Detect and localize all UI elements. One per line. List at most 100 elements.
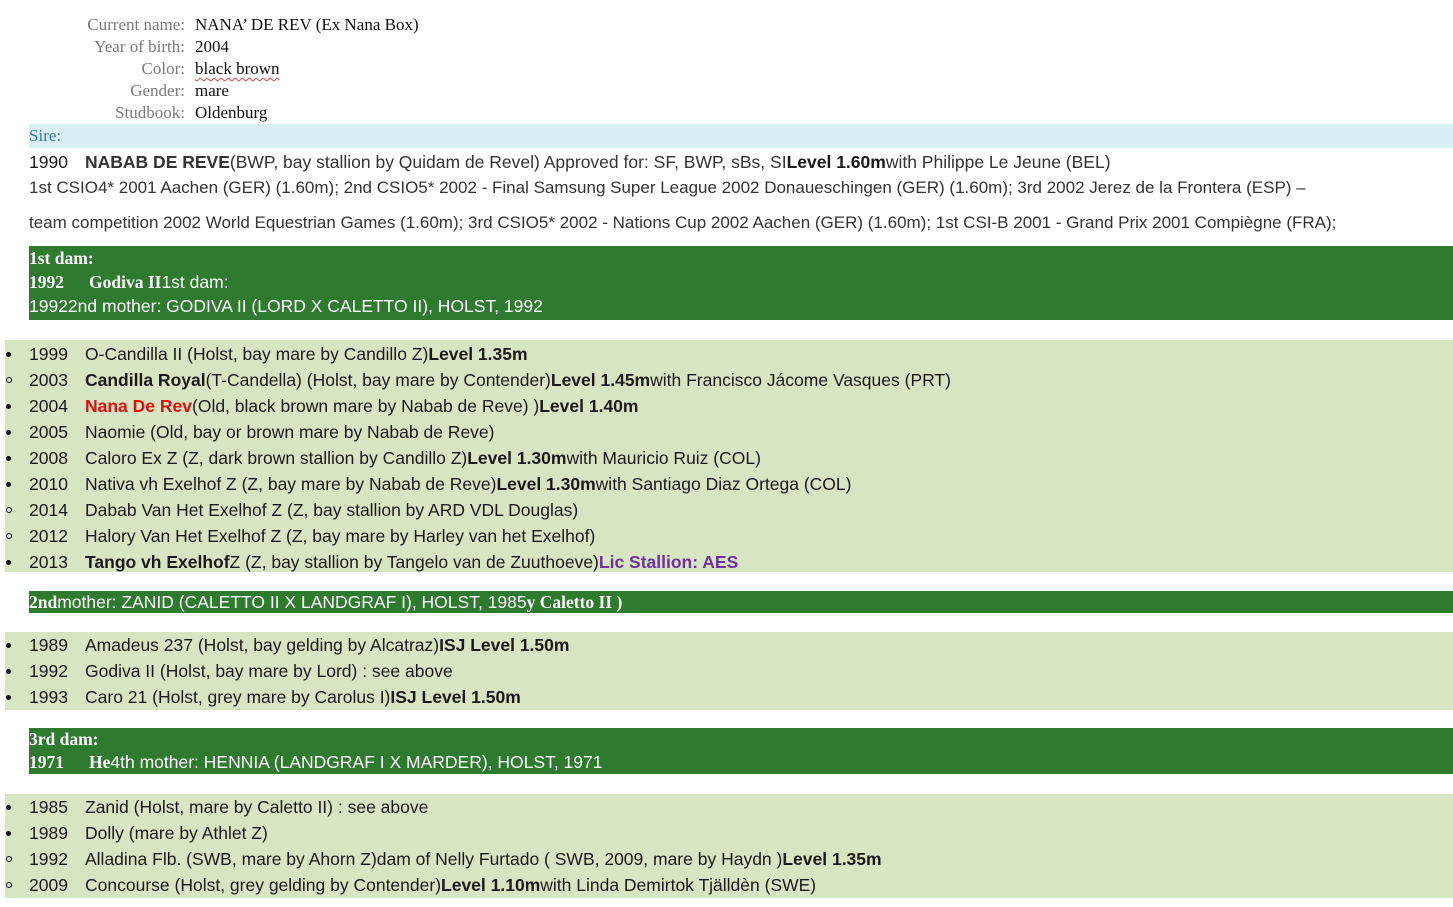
offspring-year: 1992 bbox=[29, 660, 68, 681]
current-name-label: Current name: bbox=[87, 15, 185, 34]
offspring-details: Caro 21 (Holst, grey mare by Carolus I) bbox=[85, 686, 391, 707]
list-item: 1989 Amadeus 237 (Holst, bay gelding by A… bbox=[5, 632, 1453, 658]
list-item: 2004 Nana De Rev (Old, black brown mare b… bbox=[5, 393, 1453, 419]
bullet-icon bbox=[5, 804, 29, 810]
offspring-year: 2005 bbox=[29, 421, 68, 442]
dam1-header: 1st dam: 1992 Godiva II 1st dam: 19922nd… bbox=[29, 246, 1453, 320]
sire-header-label: Sire: bbox=[29, 126, 62, 145]
horse-info: Current name: NANA’ DE REV (Ex Nana Box)… bbox=[0, 14, 700, 124]
offspring-year: 1999 bbox=[29, 343, 68, 364]
info-row-gender: Gender: mare bbox=[0, 80, 700, 102]
offspring-year: 2014 bbox=[29, 499, 68, 520]
list-item: 2009 Concourse (Holst, grey gelding by Co… bbox=[5, 872, 1453, 898]
studbook-value: Oldenburg bbox=[195, 103, 268, 122]
offspring-year: 2009 bbox=[29, 874, 68, 895]
bullet-icon bbox=[5, 642, 29, 648]
sire-name: NABAB DE REVE bbox=[85, 151, 230, 172]
offspring-details: Caloro Ex Z (Z, dark brown stallion by C… bbox=[85, 447, 468, 468]
info-row-year: Year of birth: 2004 bbox=[0, 36, 700, 58]
bullet-icon bbox=[5, 481, 29, 487]
year-label: Year of birth: bbox=[94, 37, 185, 56]
offspring-details: Dabab Van Het Exelhof Z (Z, bay stallion… bbox=[85, 499, 579, 520]
bullet-icon bbox=[5, 429, 29, 435]
offspring-name: Candilla Royal bbox=[85, 369, 206, 390]
dam2-header: 2nd mother: ZANID (CALETTO II X LANDGRAF… bbox=[29, 591, 1453, 613]
dam3-offspring-list: 1985 Zanid (Holst, mare by Caletto II) : … bbox=[5, 794, 1453, 898]
hollow-bullet-icon bbox=[5, 856, 29, 862]
offspring-details: Naomie (Old, bay or brown mare by Nabab … bbox=[85, 421, 495, 442]
year-value: 2004 bbox=[195, 37, 229, 56]
dam3-title: 3rd dam: bbox=[29, 729, 99, 749]
hollow-bullet-icon bbox=[5, 882, 29, 888]
offspring-details: O-Candilla II (Holst, bay mare by Candil… bbox=[85, 343, 429, 364]
offspring-level: Level 1.30m bbox=[496, 473, 596, 494]
sire-details: (BWP, bay stallion by Quidam de Revel) A… bbox=[229, 151, 787, 172]
studbook-label: Studbook: bbox=[115, 103, 185, 122]
offspring-level: Level 1.10m bbox=[441, 874, 541, 895]
color-value: black brown bbox=[195, 59, 280, 78]
offspring-stallion-approval: Lic Stallion: AES bbox=[598, 551, 739, 572]
dam2-title-rest: mother: ZANID (CALETTO II X LANDGRAF I),… bbox=[57, 591, 527, 612]
sire-year: 1990 bbox=[29, 151, 68, 172]
dam2-title-tail: y Caletto II ) bbox=[526, 591, 623, 612]
hollow-bullet-icon bbox=[5, 533, 29, 539]
current-name-value: NANA’ DE REV (Ex Nana Box) bbox=[195, 15, 419, 34]
bullet-icon bbox=[5, 351, 29, 357]
dam3-header: 3rd dam: 1971 He 4th mother: HENNIA (LAN… bbox=[29, 728, 1453, 774]
offspring-details: Dolly (mare by Athlet Z) bbox=[85, 822, 268, 843]
offspring-name: Tango vh Exelhof bbox=[85, 551, 230, 572]
offspring-details: Zanid (Holst, mare by Caletto II) : see … bbox=[85, 796, 429, 817]
dam1-name: Godiva II bbox=[89, 271, 162, 292]
offspring-rider: with Linda Demirtok Tjälldèn (SWE) bbox=[540, 874, 817, 895]
bullet-icon bbox=[5, 403, 29, 409]
offspring-details: Godiva II (Holst, bay mare by Lord) : se… bbox=[85, 660, 453, 681]
gender-value: mare bbox=[195, 81, 229, 100]
offspring-year: 2013 bbox=[29, 551, 68, 572]
bullet-icon bbox=[5, 455, 29, 461]
offspring-level: ISJ Level 1.50m bbox=[390, 686, 521, 707]
dam1-mother-line: 19922nd mother: GODIVA II (LORD X CALETT… bbox=[29, 295, 543, 316]
bullet-icon bbox=[5, 830, 29, 836]
offspring-details: Alladina Flb. (SWB, mare by Ahorn Z)dam … bbox=[85, 848, 783, 869]
list-item: 2008 Caloro Ex Z (Z, dark brown stallion … bbox=[5, 445, 1453, 471]
sire-rider: with Philippe Le Jeune (BEL) bbox=[885, 151, 1111, 172]
bullet-icon bbox=[5, 694, 29, 700]
info-row-color: Color: black brown bbox=[0, 58, 700, 80]
offspring-details: (T-Candella) (Holst, bay mare by Contend… bbox=[205, 369, 551, 390]
offspring-year: 2012 bbox=[29, 525, 68, 546]
dam1-offspring-list: 1999 O-Candilla II (Holst, bay mare by Ca… bbox=[5, 340, 1453, 572]
offspring-year: 2004 bbox=[29, 395, 68, 416]
dam2-title: 2nd mother: ZANID (CALETTO II X LANDGRAF… bbox=[29, 591, 1453, 613]
info-row-current-name: Current name: NANA’ DE REV (Ex Nana Box) bbox=[0, 14, 700, 36]
hollow-bullet-icon bbox=[5, 507, 29, 513]
list-item: 1989 Dolly (mare by Athlet Z) bbox=[5, 820, 1453, 846]
sire-line: 1990 NABAB DE REVE (BWP, bay stallion by… bbox=[29, 150, 1111, 174]
list-item: 1985 Zanid (Holst, mare by Caletto II) : … bbox=[5, 794, 1453, 820]
bullet-icon bbox=[5, 668, 29, 674]
list-item: 2010 Nativa vh Exelhof Z (Z, bay mare by … bbox=[5, 471, 1453, 497]
dam1-subtitle: 1992 Godiva II 1st dam: bbox=[29, 270, 1453, 294]
list-item: 1992 Alladina Flb. (SWB, mare by Ahorn Z)… bbox=[5, 846, 1453, 872]
list-item: 2005 Naomie (Old, bay or brown mare by Na… bbox=[5, 419, 1453, 445]
bullet-icon bbox=[5, 559, 29, 565]
dam1-title: 1st dam: bbox=[29, 247, 94, 268]
offspring-level: ISJ Level 1.50m bbox=[439, 634, 570, 655]
sire-header: Sire: bbox=[29, 124, 1453, 148]
offspring-rider: with Francisco Jácome Vasques (PRT) bbox=[650, 369, 951, 390]
offspring-details: (Old, black brown mare by Nabab de Reve)… bbox=[192, 395, 540, 416]
offspring-rider: with Mauricio Ruiz (COL) bbox=[566, 447, 761, 468]
dam3-name-rest: 4th mother: HENNIA (LANDGRAF I X MARDER)… bbox=[110, 752, 603, 772]
sire-results-line-1: 1st CSIO4* 2001 Aachen (GER) (1.60m); 2n… bbox=[29, 178, 1306, 197]
offspring-details: Nativa vh Exelhof Z (Z, bay mare by Naba… bbox=[85, 473, 497, 494]
offspring-level: Level 1.40m bbox=[539, 395, 639, 416]
offspring-year: 1985 bbox=[29, 796, 68, 817]
list-item: 2003 Candilla Royal (T-Candella) (Holst, … bbox=[5, 367, 1453, 393]
list-item: 1992 Godiva II (Holst, bay mare by Lord) … bbox=[5, 658, 1453, 684]
offspring-level: Level 1.45m bbox=[550, 369, 651, 390]
offspring-year: 2003 bbox=[29, 369, 68, 390]
dam3-name: He bbox=[89, 752, 111, 772]
dam1-name-rest: 1st dam: bbox=[161, 271, 229, 292]
dam3-year: 1971 bbox=[29, 752, 64, 772]
dam2-title-bold: 2nd bbox=[29, 591, 58, 612]
list-item: 1993 Caro 21 (Holst, grey mare by Carolus… bbox=[5, 684, 1453, 710]
